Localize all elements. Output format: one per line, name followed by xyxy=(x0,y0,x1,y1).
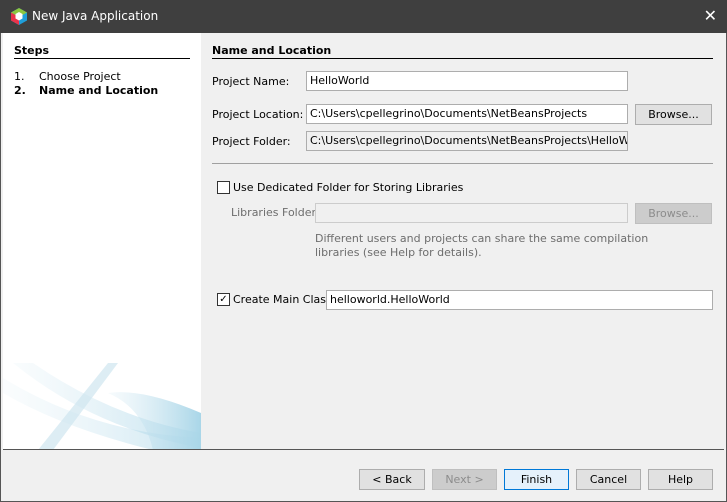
create-main-class-label: Create Main Class xyxy=(233,293,332,306)
dedicated-folder-label: Use Dedicated Folder for Storing Librari… xyxy=(233,181,464,194)
help-text-line-2: libraries (see Help for details). xyxy=(315,246,482,259)
project-name-label: Project Name: xyxy=(212,75,290,88)
button-bar-divider xyxy=(3,449,724,450)
project-folder-field: C:\Users\cpellegrino\Documents\NetBeansP… xyxy=(306,131,628,151)
step-number: 2. xyxy=(14,84,26,97)
netbeans-cube-icon xyxy=(11,8,27,25)
title-bar: New Java Application ✕ xyxy=(0,0,727,33)
steps-underline xyxy=(14,58,190,59)
project-location-label: Project Location: xyxy=(212,108,304,121)
section-header: Name and Location xyxy=(212,44,332,57)
close-icon[interactable]: ✕ xyxy=(704,6,717,25)
help-text-line-1: Different users and projects can share t… xyxy=(315,232,649,245)
libraries-folder-label: Libraries Folder: xyxy=(231,206,320,219)
finish-button[interactable]: Finish xyxy=(504,469,569,490)
help-button[interactable]: Help xyxy=(648,469,713,490)
section-underline xyxy=(212,58,713,59)
step-1: 1. xyxy=(14,70,25,83)
decorative-swoosh-image xyxy=(3,363,201,450)
window-title: New Java Application xyxy=(32,9,159,23)
steps-panel: Steps 1. Choose Project 2. Name and Loca… xyxy=(3,33,201,450)
browse-libraries-button[interactable]: Browse... xyxy=(635,203,712,224)
main-class-input[interactable]: helloworld.HelloWorld xyxy=(326,290,713,310)
project-folder-label: Project Folder: xyxy=(212,135,291,148)
separator xyxy=(212,163,713,164)
steps-header: Steps xyxy=(14,44,50,57)
create-main-class-checkbox[interactable]: ✓ xyxy=(217,293,230,306)
back-button[interactable]: < Back xyxy=(359,469,425,490)
step-2: 2. xyxy=(14,84,26,97)
project-name-input[interactable]: HelloWorld xyxy=(306,71,628,91)
step-2-label: Name and Location xyxy=(39,84,159,97)
step-1-label: Choose Project xyxy=(39,70,121,83)
dedicated-folder-checkbox[interactable] xyxy=(217,181,230,194)
cancel-button[interactable]: Cancel xyxy=(576,469,641,490)
libraries-folder-input[interactable] xyxy=(315,203,628,223)
next-button[interactable]: Next > xyxy=(432,469,497,490)
step-number: 1. xyxy=(14,70,25,83)
browse-location-button[interactable]: Browse... xyxy=(635,104,712,125)
project-location-input[interactable]: C:\Users\cpellegrino\Documents\NetBeansP… xyxy=(306,104,628,124)
